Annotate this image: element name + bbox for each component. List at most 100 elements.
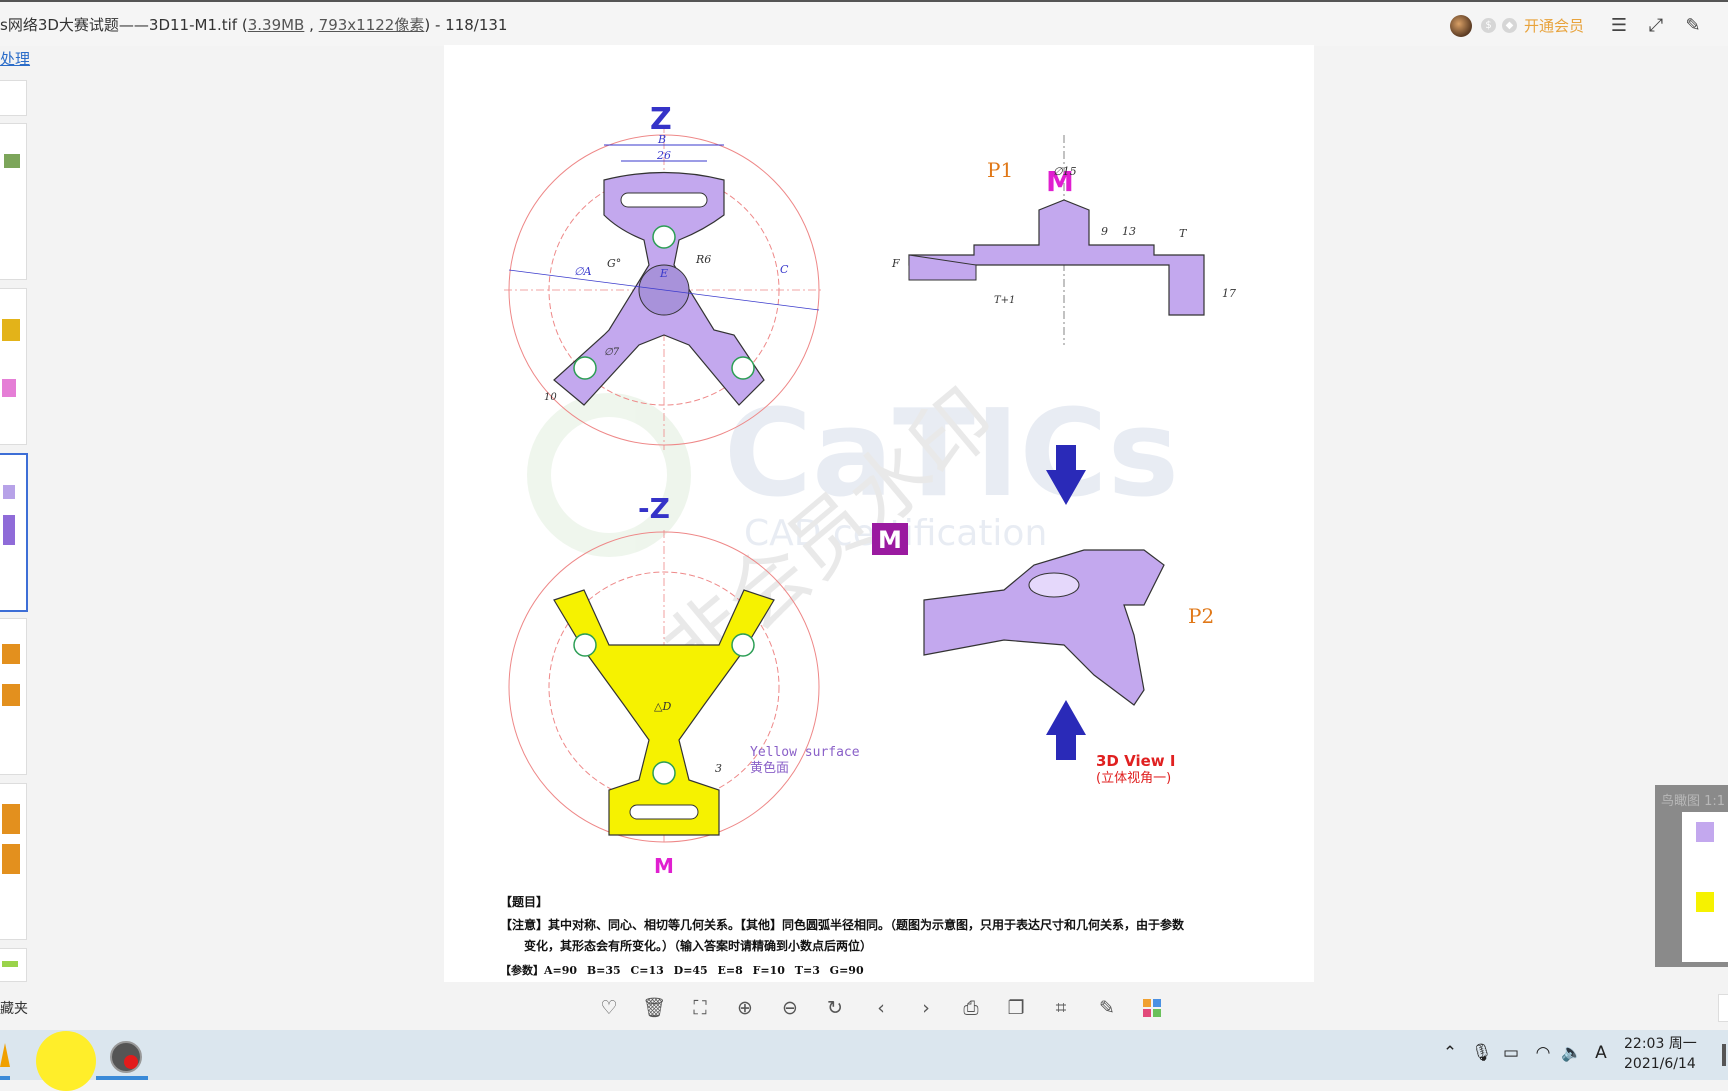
system-clock[interactable]: 22:03 周一 2021/6/14 [1624, 1034, 1697, 1074]
thumbnail-image [4, 154, 20, 168]
shield-icon: ◆ [1502, 18, 1517, 33]
menu-icon[interactable]: ☰ [1608, 15, 1630, 37]
clock-date: 2021/6/14 [1624, 1056, 1696, 1072]
navigator-label: 鸟瞰图 1:1 [1661, 794, 1726, 809]
navigator-panel[interactable]: 鸟瞰图 1:1 [1655, 785, 1728, 967]
dim-3: 3 [715, 762, 722, 775]
problem-header: 【题目】 [500, 895, 549, 909]
right-panel-toggle[interactable] [1718, 994, 1728, 1022]
3d-view-label-cn: (立体视角一) [1096, 771, 1171, 786]
problem-note-line-1: 【注意】其中对称、同心、相切等几何关系。【其他】同色圆弧半径相同。（题图为示意图… [500, 918, 1185, 932]
dim-f: F [891, 257, 900, 270]
dim-e: E [659, 267, 668, 280]
microphone-icon[interactable]: 🎙 [1471, 1043, 1493, 1063]
preview-shape [1696, 822, 1714, 842]
hole [731, 356, 755, 380]
thumbnail-page[interactable] [0, 948, 27, 982]
problem-parameters: 【参数】A=90 B=35 C=13 D=45 E=8 F=10 T=3 G=9… [500, 964, 864, 977]
yellow-surface-label: Yellow surface [750, 745, 860, 760]
thumbnail-page[interactable] [0, 288, 27, 445]
clock-time: 22:03 周一 [1624, 1036, 1697, 1052]
cursor-highlight [36, 1031, 96, 1091]
dim-13: 13 [1122, 225, 1136, 238]
process-link[interactable]: 处理 [0, 48, 30, 69]
dimensions-link[interactable]: 793x1122像素 [319, 16, 425, 34]
view-label-neg-z: -Z [638, 492, 670, 525]
thumbnail-image [2, 379, 16, 397]
copy-icon[interactable]: ❐ [1002, 994, 1030, 1022]
label-p2: P2 [1188, 604, 1214, 628]
previous-icon[interactable]: ‹ [867, 994, 895, 1022]
ocr-icon[interactable]: ⌗ [1047, 994, 1075, 1022]
user-avatar[interactable] [1450, 15, 1472, 37]
thumbnail-image [2, 644, 20, 664]
zoom-in-icon[interactable]: ⊕ [731, 994, 759, 1022]
pin-icon[interactable]: ✎ [1682, 15, 1704, 37]
print-icon[interactable]: ⎙ [957, 994, 985, 1022]
hole [652, 225, 676, 249]
thumbnail-page[interactable] [0, 80, 27, 116]
vip-button[interactable]: 开通会员 [1524, 15, 1584, 36]
apps-icon[interactable] [1138, 994, 1166, 1022]
file-size-link[interactable]: 3.39MB [248, 16, 305, 34]
volume-icon[interactable]: 🔈 [1561, 1043, 1583, 1063]
taskbar [0, 1030, 1728, 1091]
title-suffix: ) - 118/131 [424, 16, 508, 34]
dim-26: 26 [656, 149, 671, 162]
thumbnail-page-current[interactable] [0, 453, 28, 612]
thumbnail-image [2, 319, 20, 341]
hole [573, 356, 597, 380]
3d-boss [1028, 572, 1080, 598]
section-profile [908, 199, 1205, 316]
window-title: s网络3D大赛试题——3D11-M1.tif (3.39MB , 793x112… [0, 14, 507, 35]
heart-icon[interactable]: ♡ [595, 994, 623, 1022]
view-label-m-bottom: M [654, 854, 674, 878]
show-desktop-button[interactable] [1722, 1044, 1726, 1066]
dim-9: 9 [1101, 225, 1108, 238]
recorder-app-icon[interactable] [110, 1041, 142, 1073]
dim-d: △D [654, 700, 671, 713]
dim-t-plus-1: T+1 [994, 295, 1015, 306]
navigator-page-preview[interactable] [1682, 812, 1728, 962]
arc-slot [620, 192, 708, 208]
thumbnail-image [3, 485, 15, 499]
document-page: CaTICs CAD certification 非会员水印 Z B 26 R6… [444, 45, 1314, 982]
hole [731, 633, 755, 657]
dim-7: ∅7 [604, 347, 620, 358]
dim-15: ∅15 [1053, 165, 1077, 178]
preview-shape [1696, 892, 1714, 912]
app-icon[interactable] [0, 1043, 10, 1067]
technical-drawing: CaTICs CAD certification 非会员水印 Z B 26 R6… [504, 102, 1236, 878]
chevron-up-icon[interactable]: ⌃ [1441, 1043, 1459, 1063]
dim-17: 17 [1222, 287, 1236, 300]
dim-10: 10 [544, 392, 557, 403]
thumbnail-page[interactable] [0, 123, 27, 280]
wifi-icon[interactable]: ◠ [1532, 1043, 1554, 1063]
thumbnail-page[interactable] [0, 783, 27, 940]
battery-icon[interactable]: ▭ [1500, 1043, 1522, 1063]
next-icon[interactable]: › [912, 994, 940, 1022]
active-app-indicator [0, 1076, 10, 1080]
rotate-icon[interactable]: ↻ [821, 994, 849, 1022]
favorites-label[interactable]: 藏夹 [0, 998, 28, 1018]
trash-icon[interactable]: 🗑 [640, 994, 668, 1022]
coin-icon: $ [1481, 18, 1496, 33]
thumbnail-page[interactable] [0, 618, 27, 775]
label-p1: P1 [987, 158, 1013, 182]
problem-note-line-2: 变化，其形态会有所变化。）（输入答案时请精确到小数点后两位） [524, 939, 873, 953]
3d-part [923, 549, 1165, 706]
thumbnail-strip [0, 80, 28, 982]
hole [573, 633, 597, 657]
zoom-out-icon[interactable]: ⊖ [776, 994, 804, 1022]
arc-slot [629, 804, 699, 820]
input-method-icon[interactable]: A [1590, 1043, 1612, 1063]
3d-view-label: 3D View I [1096, 752, 1175, 770]
fullscreen-icon[interactable]: ⤢ [1645, 15, 1667, 37]
edit-icon[interactable]: ✎ [1093, 994, 1121, 1022]
yellow-surface-label-cn: 黄色面 [750, 760, 789, 776]
m-marker-label: M [878, 526, 902, 554]
z-view: Z B 26 R6 G° E C ∅A ∅7 10 [504, 102, 824, 450]
fit-window-icon[interactable]: ⛶ [686, 994, 714, 1022]
active-app-indicator [96, 1076, 148, 1080]
dim-t: T [1179, 227, 1188, 240]
